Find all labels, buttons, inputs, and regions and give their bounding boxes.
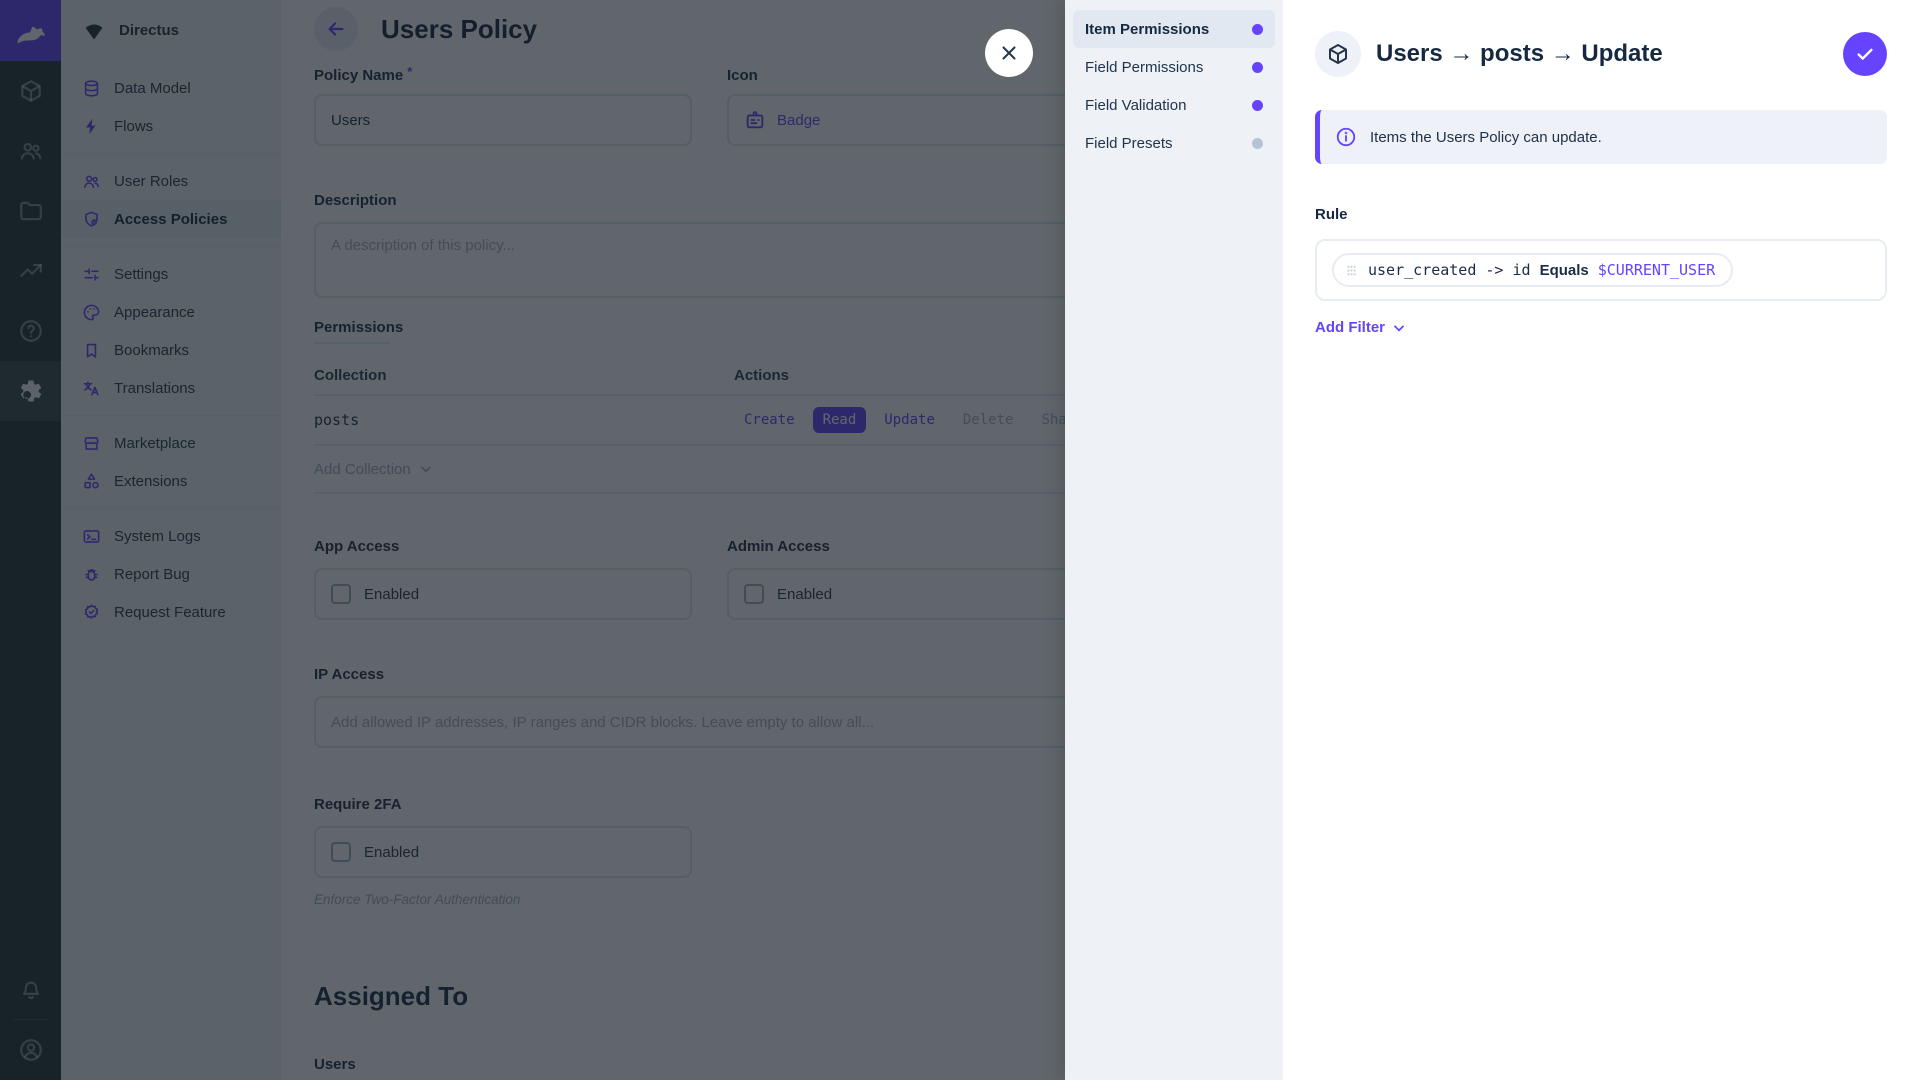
- filter-rule-pill[interactable]: user_created -> id Equals $CURRENT_USER: [1332, 253, 1733, 287]
- drawer-overlay[interactable]: [0, 0, 1065, 1080]
- filter-operator[interactable]: Equals: [1540, 262, 1589, 279]
- drag-handle-icon[interactable]: [1344, 263, 1359, 278]
- tab-field-validation[interactable]: Field Validation: [1073, 86, 1275, 124]
- status-dot: [1252, 138, 1263, 149]
- filter-field-path[interactable]: user_created -> id: [1368, 261, 1531, 279]
- add-filter-button[interactable]: Add Filter: [1315, 319, 1407, 336]
- drawer-tab-list: Item Permissions Field Permissions Field…: [1065, 0, 1283, 1080]
- tab-item-permissions[interactable]: Item Permissions: [1073, 10, 1275, 48]
- info-banner-text: Items the Users Policy can update.: [1370, 129, 1602, 146]
- directus-app: Directus Data Model Flows User Roles Acc…: [0, 0, 1920, 1080]
- tab-field-permissions[interactable]: Field Permissions: [1073, 48, 1275, 86]
- drawer-content: Users → posts → Update Items the Users P…: [1283, 0, 1920, 1080]
- info-banner: Items the Users Policy can update.: [1315, 110, 1887, 164]
- drawer-title: Users → posts → Update: [1376, 40, 1663, 68]
- status-dot: [1252, 62, 1263, 73]
- rule-label: Rule: [1315, 206, 1887, 223]
- filter-value[interactable]: $CURRENT_USER: [1598, 261, 1715, 279]
- close-drawer-button[interactable]: [985, 29, 1033, 77]
- drawer-header-badge: [1315, 31, 1361, 77]
- status-dot: [1252, 100, 1263, 111]
- permission-drawer: Item Permissions Field Permissions Field…: [1065, 0, 1920, 1080]
- close-icon: [998, 42, 1020, 64]
- tab-field-presets[interactable]: Field Presets: [1073, 124, 1275, 162]
- status-dot: [1252, 24, 1263, 35]
- save-button[interactable]: [1843, 32, 1887, 76]
- chevron-down-icon: [1391, 320, 1407, 336]
- cube-icon: [1326, 42, 1350, 66]
- rule-filter-container: user_created -> id Equals $CURRENT_USER: [1315, 239, 1887, 301]
- check-icon: [1854, 43, 1876, 65]
- info-icon: [1335, 126, 1357, 148]
